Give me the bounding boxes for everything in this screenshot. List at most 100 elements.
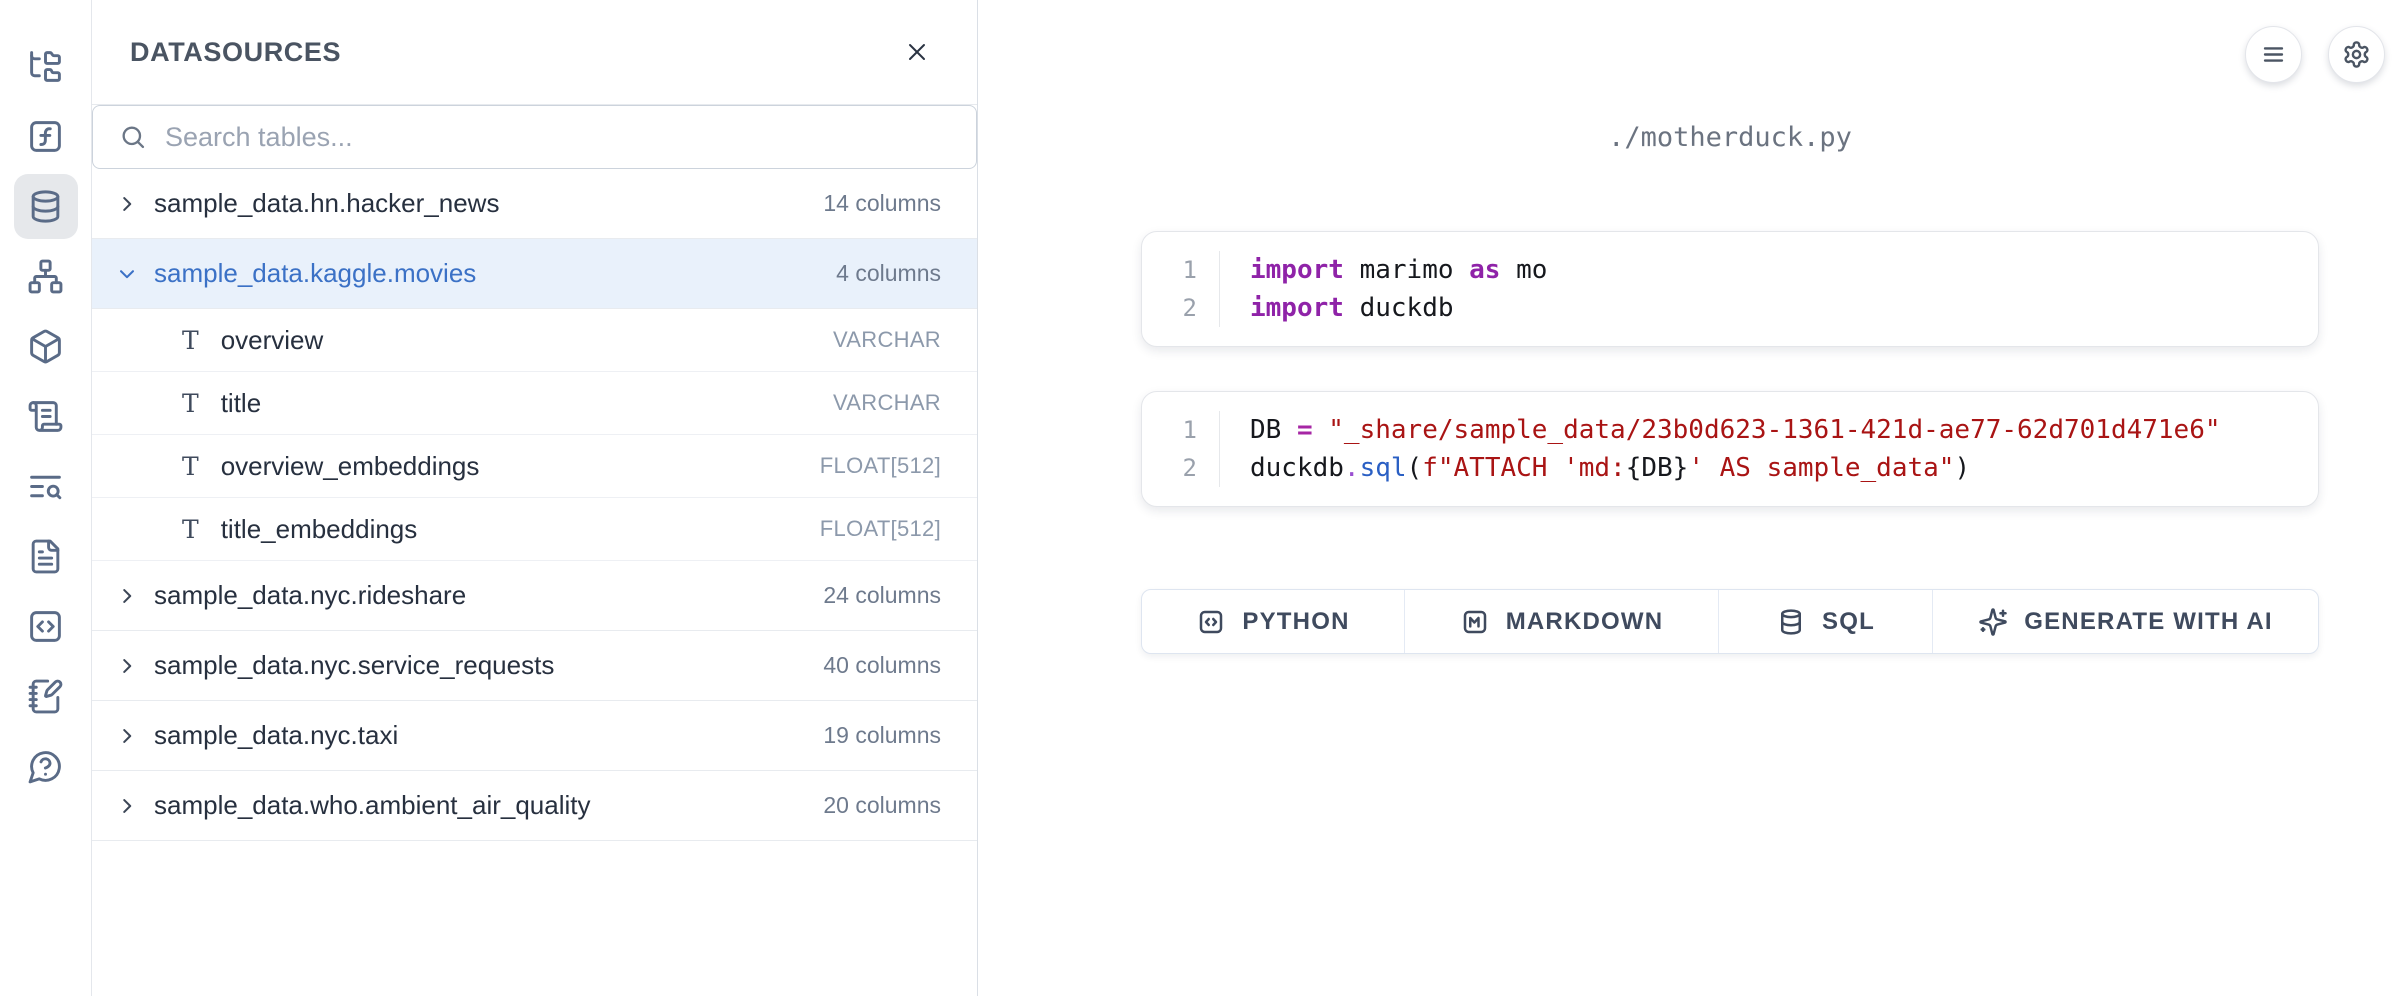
code-line: import marimo as mo [1250, 251, 1547, 289]
panel-header: DATASOURCES [92, 0, 977, 105]
gear-icon [2342, 40, 2371, 69]
add-python-label: PYTHON [1242, 608, 1349, 636]
rail-item-help[interactable] [14, 734, 78, 799]
column-name: overview [221, 325, 324, 356]
column-row[interactable]: Ttitle_embeddingsFLOAT[512] [92, 498, 977, 561]
column-row[interactable]: Ttitle VARCHAR [92, 372, 977, 435]
code-token: {DB} [1626, 453, 1689, 483]
code-token: duckdb [1250, 453, 1344, 483]
sparkles-icon [1978, 607, 2008, 637]
rail-item-snippets[interactable] [14, 594, 78, 659]
code-token: = [1297, 415, 1313, 445]
table-row[interactable]: sample_data.who.ambient_air_quality20 co… [92, 771, 977, 841]
rail-item-dependencies[interactable] [14, 244, 78, 309]
dependencies-icon [27, 258, 64, 295]
column-name: title [221, 388, 261, 419]
table-row[interactable]: sample_data.nyc.service_requests40 colum… [92, 631, 977, 701]
code-line: DB = "_share/sample_data/23b0d623-1361-4… [1250, 411, 2221, 449]
close-panel-button[interactable] [895, 30, 939, 74]
documentation-icon [27, 538, 64, 575]
code-editor[interactable]: DB = "_share/sample_data/23b0d623-1361-4… [1220, 411, 2221, 487]
code-token: ) [1954, 453, 1970, 483]
settings-button[interactable] [2328, 26, 2385, 83]
code-token: ' AS sample_data" [1688, 453, 1954, 483]
add-sql-cell-button[interactable]: SQL [1719, 590, 1933, 653]
text-type-icon: T [182, 389, 199, 418]
table-row[interactable]: sample_data.nyc.taxi19 columns [92, 701, 977, 771]
column-type: VARCHAR [833, 390, 941, 416]
hamburger-menu-icon [2259, 40, 2288, 69]
table-column-count: 24 columns [823, 582, 941, 609]
code-editor[interactable]: import marimo as moimport duckdb [1220, 251, 1547, 327]
rail-item-packages[interactable] [14, 314, 78, 379]
line-number: 2 [1142, 449, 1219, 487]
table-name: sample_data.nyc.rideshare [154, 580, 466, 611]
column-type: VARCHAR [833, 327, 941, 353]
line-number: 2 [1142, 289, 1219, 327]
notebook-filename[interactable]: ./motherduck.py [1141, 122, 2319, 153]
line-number-gutter: 12 [1142, 411, 1220, 487]
close-icon [903, 38, 931, 66]
table-name: sample_data.hn.hacker_news [154, 188, 499, 219]
code-cell[interactable]: 12 import marimo as moimport duckdb [1141, 231, 2319, 347]
chevron-right-icon [116, 725, 138, 747]
table-row[interactable]: sample_data.nyc.rideshare 24 columns [92, 561, 977, 631]
code-token: . [1344, 453, 1360, 483]
notebook-menu-button[interactable] [2245, 26, 2302, 83]
code-token: ( [1407, 453, 1423, 483]
code-token: DB [1250, 415, 1297, 445]
code-token: "_share/sample_data/23b0d623-1361-421d-a… [1328, 415, 2220, 445]
chevron-right-icon [116, 193, 138, 215]
rail-item-file-explorer[interactable] [14, 34, 78, 99]
text-type-icon: T [182, 326, 199, 355]
code-token [1313, 415, 1329, 445]
datasources-icon [27, 188, 64, 225]
log-search-icon [27, 468, 64, 505]
text-type-icon: T [182, 452, 199, 481]
column-type: FLOAT[512] [820, 453, 941, 479]
generate-with-ai-button[interactable]: GENERATE WITH AI [1933, 590, 2318, 653]
table-column-count: 14 columns [823, 190, 941, 217]
rail-item-datasources[interactable] [14, 174, 78, 239]
code-token: marimo [1344, 255, 1469, 285]
python-code-icon [1196, 607, 1226, 637]
rail-item-log-search[interactable] [14, 454, 78, 519]
column-row[interactable]: Toverview_embeddings FLOAT[512] [92, 435, 977, 498]
notebook-content: ./motherduck.py 12 import marimo as moim… [1141, 0, 2319, 654]
rail-item-scratchpad[interactable] [14, 664, 78, 729]
header-actions [2245, 26, 2385, 83]
code-line: import duckdb [1250, 289, 1547, 327]
chevron-down-icon [116, 263, 138, 285]
table-row[interactable]: sample_data.kaggle.movies 4 columns [92, 239, 977, 309]
search-tables-input[interactable] [165, 122, 950, 153]
add-markdown-cell-button[interactable]: MARKDOWN [1405, 590, 1719, 653]
rail-item-variables[interactable] [14, 104, 78, 169]
add-markdown-label: MARKDOWN [1506, 608, 1664, 636]
table-column-count: 40 columns [823, 652, 941, 679]
table-name: sample_data.who.ambient_air_quality [154, 790, 591, 821]
add-python-cell-button[interactable]: PYTHON [1142, 590, 1405, 653]
column-row[interactable]: Toverview VARCHAR [92, 309, 977, 372]
table-name: sample_data.kaggle.movies [154, 258, 476, 289]
table-list: sample_data.hn.hacker_news14 columnssamp… [92, 169, 977, 996]
variables-icon [27, 118, 64, 155]
generate-with-ai-label: GENERATE WITH AI [2024, 608, 2273, 636]
table-column-count: 4 columns [836, 260, 941, 287]
scratchpad-icon [27, 678, 64, 715]
file-explorer-icon [27, 48, 64, 85]
line-number: 1 [1142, 251, 1219, 289]
code-token: duckdb [1344, 293, 1454, 323]
column-name: overview_embeddings [221, 451, 480, 482]
table-column-count: 19 columns [823, 722, 941, 749]
column-name: title_embeddings [221, 514, 418, 545]
rail-item-logs[interactable] [14, 384, 78, 449]
code-token: mo [1500, 255, 1547, 285]
code-cell[interactable]: 12 DB = "_share/sample_data/23b0d623-136… [1141, 391, 2319, 507]
chevron-right-icon [116, 795, 138, 817]
logs-icon [27, 398, 64, 435]
panel-title: DATASOURCES [130, 37, 341, 68]
rail-item-documentation[interactable] [14, 524, 78, 589]
snippets-icon [27, 608, 64, 645]
code-token: as [1469, 255, 1500, 285]
table-row[interactable]: sample_data.hn.hacker_news 14 columns [92, 169, 977, 239]
